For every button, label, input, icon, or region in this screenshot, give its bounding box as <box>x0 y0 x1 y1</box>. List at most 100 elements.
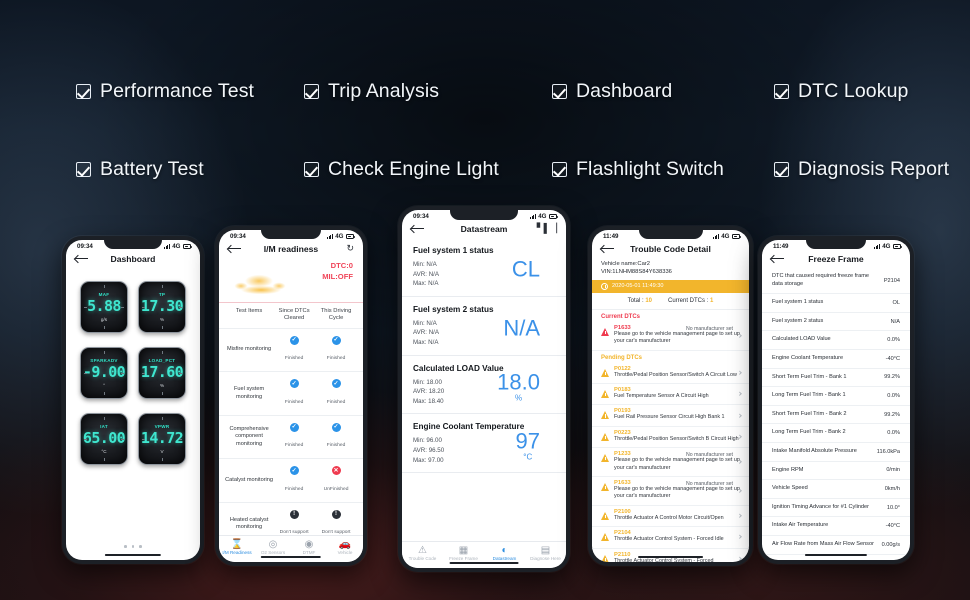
tab-im-readiness[interactable]: ⌛ I/M Readiness <box>219 539 255 556</box>
dtc-row[interactable]: P0223 Throttle/Pedal Position Sensor/Swi… <box>592 427 749 449</box>
table-row[interactable]: Comprehensive component monitoring ✓ Fin… <box>219 414 363 459</box>
list-item[interactable]: Fuel system 1 status Min: N/A AVR: N/A M… <box>402 238 566 297</box>
chart-bars-icon[interactable]: ▘▌▕ <box>537 224 557 233</box>
status-label: Finished <box>326 399 346 405</box>
gauge-sparkadv[interactable]: SPARKADV -9.00 ° <box>80 347 128 399</box>
page-indicator[interactable] <box>66 543 200 560</box>
parameter-value: 0.0% <box>887 430 900 437</box>
tab-dtmf[interactable]: ◉ DTMF <box>291 539 327 556</box>
table-row[interactable]: Misfire monitoring ✓ Finished ✓ Finished <box>219 327 363 372</box>
parameter-name: Engine RPM <box>772 466 804 473</box>
dtc-row[interactable]: P1633 Please go to the vehicle managemen… <box>592 477 749 506</box>
info-badge-icon: ! <box>289 509 299 519</box>
im-flags: DTC:0 MIL:OFF <box>322 260 353 282</box>
status-time: 09:34 <box>413 213 429 220</box>
parameter-value: 99.2% <box>884 411 900 418</box>
table-row[interactable]: Heated catalyst monitoring ! Don't suppo… <box>219 501 363 535</box>
nav-bar: Datastream ▘▌▕ <box>402 221 566 238</box>
clock-icon <box>601 282 608 290</box>
back-arrow-icon[interactable] <box>601 244 614 253</box>
phone-notch <box>450 210 518 220</box>
item-value-block: N/A <box>503 316 540 339</box>
checkmark-icon <box>552 161 567 177</box>
total-label: Total : <box>627 297 644 304</box>
phone-notch <box>806 240 866 249</box>
list-item[interactable]: Fuel system 2 status Min: N/A AVR: N/A M… <box>402 297 566 356</box>
back-arrow-icon[interactable] <box>228 244 241 253</box>
dtc-row[interactable]: P2100 Throttle Actuator A Control Motor … <box>592 506 749 528</box>
list-item[interactable]: Calculated LOAD Value Min: 18.00 AVR: 18… <box>402 356 566 415</box>
target-icon: ◎ <box>268 538 278 550</box>
page-title: Trouble Code Detail <box>630 243 711 254</box>
phone-screen: 09:34 4G Dashboard MAF 5.88 g/s TP 17.30… <box>66 240 200 560</box>
datastream-list: Fuel system 1 status Min: N/A AVR: N/A M… <box>402 238 566 541</box>
dtc-note: No manufacturer set <box>686 452 733 459</box>
gauge-maf[interactable]: MAF 5.88 g/s <box>80 281 128 333</box>
tab-label: DTMF <box>302 550 316 555</box>
phone-screen: 11:49 4G Freeze Frame DTC that caused re… <box>762 240 910 560</box>
row-since-cell: ✓ Finished <box>273 466 315 495</box>
row-cycle-cell: ! Don't support <box>315 509 357 535</box>
gauge-load-pct[interactable]: LOAD_PCT 17.60 % <box>138 347 186 399</box>
row-label: Heated catalyst monitoring <box>229 516 269 531</box>
dtc-row[interactable]: P1633 Please go to the vehicle managemen… <box>592 322 749 351</box>
im-table-body: Misfire monitoring ✓ Finished ✓ Finished… <box>219 327 363 535</box>
tab-diagnose-report[interactable]: ▤ Diagnose Here <box>525 545 566 562</box>
warning-icon <box>601 390 609 399</box>
promo-banner: Performance Test Trip Analysis Dashboard… <box>0 0 970 600</box>
feature-label: Trip Analysis <box>328 79 440 102</box>
list-item[interactable]: Engine Coolant Temperature Min: 96.00 AV… <box>402 414 566 474</box>
item-title: Fuel system 1 status <box>413 246 494 255</box>
item-unit: % <box>515 394 523 404</box>
tab-label: O2 Sensors <box>260 550 286 555</box>
checkmark-icon <box>774 83 789 99</box>
parameter-name: Long Term Fuel Trim - Bank 1 <box>772 392 846 399</box>
dtc-description: Fuel Rail Pressure Sensor Circuit High B… <box>614 414 725 421</box>
row-cycle-cell: ✓ Finished <box>315 422 357 452</box>
page-title: Freeze Frame <box>808 253 864 264</box>
gauge-unit: % <box>159 317 165 322</box>
phone-trouble-code-detail: 11:49 4G Trouble Code Detail Vehicle nam… <box>588 226 753 566</box>
gauge-grid: MAF 5.88 g/s TP 17.30 % SPARKADV -9.00 ° <box>66 268 200 543</box>
tab-label: Vehicle <box>337 550 353 555</box>
back-arrow-icon[interactable] <box>411 224 424 233</box>
parameter-value: 10.0° <box>886 504 900 511</box>
checkmark-icon <box>774 161 789 177</box>
tab-o2-sensors[interactable]: ◎ O2 Sensors <box>255 539 291 556</box>
dtc-note: No manufacturer set <box>686 325 733 332</box>
row-label: Fuel system monitoring <box>234 386 265 400</box>
back-arrow-icon[interactable] <box>75 254 88 263</box>
row-since-cell: ✓ Finished <box>273 379 315 408</box>
back-arrow-icon[interactable] <box>771 254 784 263</box>
dtc-row[interactable]: P2104 Throttle Actuator Control System -… <box>592 527 749 549</box>
parameter-value: -40°C <box>885 523 900 530</box>
gauge-tp[interactable]: TP 17.30 % <box>138 281 186 333</box>
dtc-row[interactable]: P1233 Please go to the vehicle managemen… <box>592 448 749 478</box>
mil-status: MIL:OFF <box>322 272 353 281</box>
dtc-description: Throttle/Pedal Position Sensor/Switch B … <box>614 435 739 442</box>
parameter-value: 0.00g/s <box>881 541 900 548</box>
gauge-vpwr[interactable]: VPWR 14.72 V <box>138 413 186 465</box>
checkmark-icon <box>76 83 91 99</box>
feature-item-trip-analysis: Trip Analysis <box>304 52 552 130</box>
tab-datastream[interactable]: ◐ Datastream <box>484 545 525 562</box>
tab-freeze-frame[interactable]: ▦ Freeze Frame <box>443 545 484 562</box>
dtc-row[interactable]: P0183 Fuel Temperature Sensor A Circuit … <box>592 384 749 406</box>
battery-icon <box>183 244 192 249</box>
table-row[interactable]: Fuel system monitoring ✓ Finished ✓ Fini… <box>219 371 363 415</box>
gauge-iat[interactable]: IAT 65.00 °C <box>80 413 128 465</box>
dtc-row[interactable]: P0122 Throttle/Pedal Position Sensor/Swi… <box>592 363 749 385</box>
gauge-value: -9.00 <box>82 363 126 381</box>
cross-badge-icon: ✕ <box>331 466 341 476</box>
nav-bar: Dashboard <box>66 251 200 268</box>
table-row: Ignition Timing Advance for #1 Cylinder … <box>762 499 910 518</box>
tab-trouble-code[interactable]: ⚠ Trouble Code <box>402 545 443 562</box>
signal-icon <box>712 234 719 239</box>
info-badge-icon: ! <box>331 509 341 519</box>
report-icon: ▤ <box>540 544 551 556</box>
table-row[interactable]: Catalyst monitoring ✓ Finished ✕ UnFinis… <box>219 458 363 502</box>
parameter-value: 0.0% <box>887 392 900 399</box>
refresh-icon[interactable]: ↻ <box>346 244 354 253</box>
dtc-row[interactable]: P0193 Fuel Rail Pressure Sensor Circuit … <box>592 405 749 427</box>
tab-vehicle[interactable]: 🚗 Vehicle <box>327 539 363 556</box>
